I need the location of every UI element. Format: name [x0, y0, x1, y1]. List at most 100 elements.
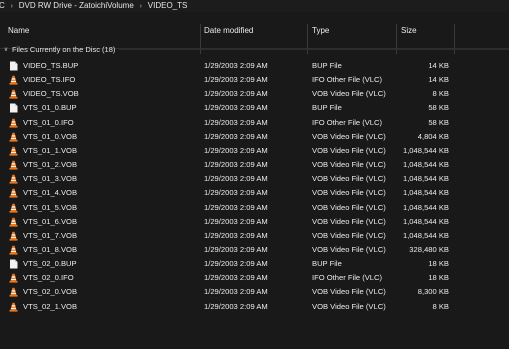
file-row[interactable]: VTS_01_0.BUP 1/29/2003 2:09 AM BUP File 58 … — [0, 101, 509, 115]
group-label: Files Currently on the Disc (18) — [12, 44, 116, 54]
file-icon — [8, 257, 19, 271]
file-row[interactable]: VIDEO_TS.BUP 1/29/2003 2:09 AM BUP File 14 … — [0, 59, 509, 73]
file-name: VTS_01_3.VOB — [23, 174, 78, 184]
file-name: VTS_02_0.IFO — [23, 273, 74, 283]
file-row[interactable]: VTS_02_0.BUP 1/29/2003 2:09 AM BUP File 18 … — [0, 257, 509, 271]
file-date-modified: 1/29/2003 2:09 AM — [204, 160, 268, 170]
file-date-modified: 1/29/2003 2:09 AM — [204, 287, 268, 297]
file-row[interactable]: VTS_01_2.VOB 1/29/2003 2:09 AM VOB Video F… — [0, 158, 509, 172]
file-row[interactable]: VTS_02_0.IFO 1/29/2003 2:09 AM IFO Other F… — [0, 271, 509, 285]
file-name: VTS_01_6.VOB — [23, 216, 78, 226]
file-name: VTS_02_0.BUP — [23, 259, 77, 269]
vlc-cone-icon — [8, 229, 19, 243]
file-name: VTS_01_0.VOB — [23, 131, 78, 141]
file-name: VTS_02_1.VOB — [23, 301, 78, 311]
file-row[interactable]: VTS_01_0.IFO 1/29/2003 2:09 AM IFO Other F… — [0, 116, 509, 130]
breadcrumb: C › DVD RW Drive - ZatoichiVolume › VIDE… — [0, 0, 509, 12]
file-size: 1,048,544 KB — [402, 174, 449, 184]
file-date-modified: 1/29/2003 2:09 AM — [204, 301, 268, 311]
vlc-cone-icon — [8, 130, 19, 144]
file-size: 18 KB — [428, 273, 449, 283]
file-type: VOB Video File (VLC) — [312, 230, 386, 240]
vlc-cone-icon — [8, 300, 19, 314]
file-type: VOB Video File (VLC) — [312, 160, 386, 170]
file-row[interactable]: VTS_01_0.VOB 1/29/2003 2:09 AM VOB Video F… — [0, 130, 509, 144]
file-type: BUP File — [312, 259, 342, 269]
file-name: VTS_01_0.IFO — [23, 117, 74, 127]
file-type: VOB Video File (VLC) — [312, 188, 386, 198]
file-type: BUP File — [312, 103, 342, 113]
file-date-modified: 1/29/2003 2:09 AM — [204, 103, 268, 113]
group-header[interactable]: ∨ Files Currently on the Disc (18) — [0, 42, 509, 56]
file-type: VOB Video File (VLC) — [312, 145, 386, 155]
vlc-cone-icon — [8, 243, 19, 257]
vlc-cone-icon — [8, 144, 19, 158]
file-name: VTS_01_8.VOB — [23, 244, 78, 254]
file-name: VTS_01_1.VOB — [23, 145, 78, 155]
file-date-modified: 1/29/2003 2:09 AM — [204, 202, 268, 212]
vlc-cone-icon — [8, 172, 19, 186]
group-divider — [119, 48, 509, 50]
file-explorer-window: C › DVD RW Drive - ZatoichiVolume › VIDE… — [0, 0, 509, 349]
vlc-cone-icon — [8, 186, 19, 200]
file-size: 1,048,544 KB — [402, 188, 449, 198]
vlc-cone-icon — [8, 158, 19, 172]
file-date-modified: 1/29/2003 2:09 AM — [204, 273, 268, 283]
file-type: VOB Video File (VLC) — [312, 174, 386, 184]
file-size: 58 KB — [428, 103, 449, 113]
chevron-down-icon[interactable]: ∨ — [0, 46, 12, 53]
file-icon — [8, 101, 19, 115]
file-size: 58 KB — [428, 117, 449, 127]
file-row[interactable]: VTS_01_7.VOB 1/29/2003 2:09 AM VOB Video F… — [0, 229, 509, 243]
file-size: 1,048,544 KB — [402, 160, 449, 170]
file-date-modified: 1/29/2003 2:09 AM — [204, 259, 268, 269]
file-icon — [8, 59, 19, 73]
file-row[interactable]: VTS_01_3.VOB 1/29/2003 2:09 AM VOB Video F… — [0, 172, 509, 186]
file-type: VOB Video File (VLC) — [312, 202, 386, 212]
vlc-cone-icon — [8, 87, 19, 101]
file-name: VIDEO_TS.BUP — [23, 61, 79, 70]
file-type: VOB Video File (VLC) — [312, 287, 386, 297]
file-date-modified: 1/29/2003 2:09 AM — [204, 216, 268, 226]
vlc-cone-icon — [8, 285, 19, 299]
file-date-modified: 1/29/2003 2:09 AM — [204, 244, 268, 254]
file-type: IFO Other File (VLC) — [312, 117, 383, 127]
file-name: VTS_02_0.VOB — [23, 287, 78, 297]
file-size: 8 KB — [432, 301, 449, 311]
breadcrumb-item-dvd-drive[interactable]: DVD RW Drive - ZatoichiVolume — [19, 0, 134, 12]
file-date-modified: 1/29/2003 2:09 AM — [204, 188, 268, 198]
file-size: 1,048,544 KB — [402, 230, 449, 240]
vlc-cone-icon — [8, 201, 19, 215]
file-name: VTS_01_7.VOB — [23, 230, 78, 240]
file-row[interactable]: VIDEO_TS.IFO 1/29/2003 2:09 AM IFO Other F… — [0, 73, 509, 87]
breadcrumb-separator: › — [10, 2, 13, 10]
file-type: VOB Video File (VLC) — [312, 89, 386, 99]
vlc-cone-icon — [8, 271, 19, 285]
file-row[interactable]: VIDEO_TS.VOB 1/29/2003 2:09 AM VOB Video F… — [0, 87, 509, 101]
file-row[interactable]: VTS_01_1.VOB 1/29/2003 2:09 AM VOB Video F… — [0, 144, 509, 158]
file-row[interactable]: VTS_01_4.VOB 1/29/2003 2:09 AM VOB Video F… — [0, 186, 509, 200]
file-date-modified: 1/29/2003 2:09 AM — [204, 145, 268, 155]
breadcrumb-item-video-ts[interactable]: VIDEO_TS — [148, 0, 188, 12]
file-size: 1,048,544 KB — [402, 202, 449, 212]
file-name: VTS_01_2.VOB — [23, 160, 78, 170]
file-size: 14 KB — [428, 75, 449, 85]
file-size: 1,048,544 KB — [402, 216, 449, 226]
file-name: VTS_01_5.VOB — [23, 202, 78, 212]
file-row[interactable]: VTS_01_5.VOB 1/29/2003 2:09 AM VOB Video F… — [0, 201, 509, 215]
file-size: 8 KB — [432, 89, 449, 99]
file-name: VIDEO_TS.VOB — [23, 89, 79, 99]
file-name: VTS_01_4.VOB — [23, 188, 78, 198]
file-date-modified: 1/29/2003 2:09 AM — [204, 61, 268, 70]
file-date-modified: 1/29/2003 2:09 AM — [204, 89, 268, 99]
file-row[interactable]: VTS_01_8.VOB 1/29/2003 2:09 AM VOB Video F… — [0, 243, 509, 257]
file-row[interactable]: VTS_02_1.VOB 1/29/2003 2:09 AM VOB Video F… — [0, 300, 509, 314]
file-size: 1,048,544 KB — [402, 145, 449, 155]
file-type: BUP File — [312, 61, 342, 70]
file-size: 8,300 KB — [417, 287, 449, 297]
file-date-modified: 1/29/2003 2:09 AM — [204, 117, 268, 127]
file-size: 14 KB — [428, 61, 449, 70]
file-row[interactable]: VTS_02_0.VOB 1/29/2003 2:09 AM VOB Video F… — [0, 285, 509, 299]
file-row[interactable]: VTS_01_6.VOB 1/29/2003 2:09 AM VOB Video F… — [0, 215, 509, 229]
vlc-cone-icon — [8, 215, 19, 229]
